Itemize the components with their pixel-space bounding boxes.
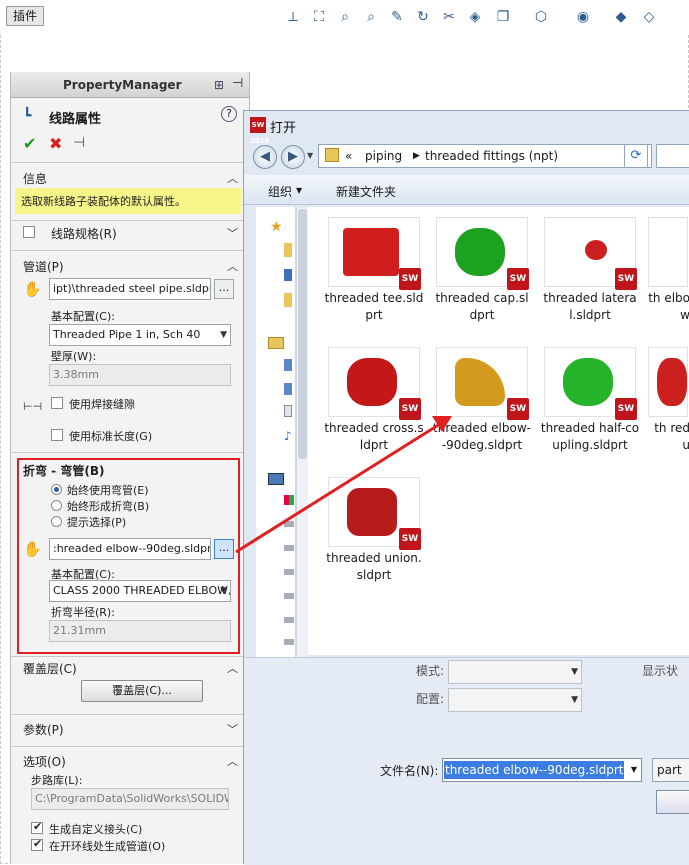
annotation-arrow — [235, 416, 452, 554]
